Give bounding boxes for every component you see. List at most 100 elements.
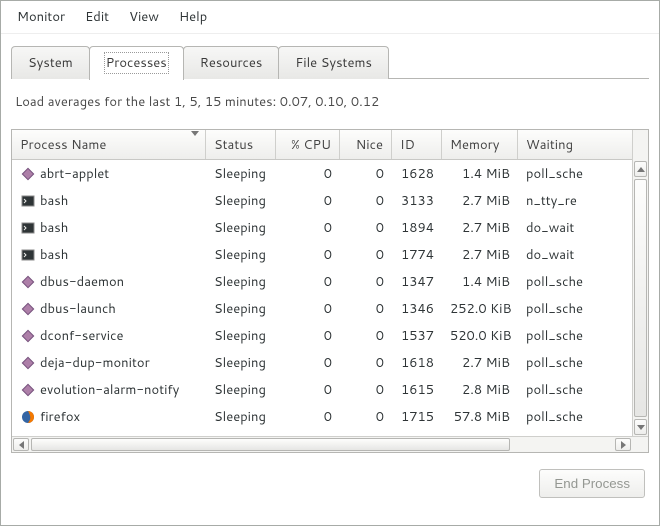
diamond-icon	[20, 355, 36, 371]
cell-process-name: dbus-daemon	[12, 273, 206, 291]
footer: End Process	[11, 453, 649, 502]
diamond-icon	[20, 382, 36, 398]
sort-indicator-icon	[191, 136, 199, 154]
cell-waiting: poll_sche	[518, 354, 584, 372]
cell-memory: 520.0 KiB	[442, 327, 518, 345]
cell-cpu: 0	[276, 246, 340, 264]
tab-system[interactable]: System	[11, 46, 90, 79]
table-header: Process Name Status % CPU Nice ID Memory…	[12, 130, 632, 160]
menubar: MonitorEditViewHelp	[1, 1, 659, 34]
cell-id: 1615	[392, 381, 442, 399]
cell-process-name: bash	[12, 219, 206, 237]
column-label: % CPU	[291, 136, 331, 154]
cell-id: 1894	[392, 219, 442, 237]
scroll-down-icon[interactable]	[634, 419, 647, 435]
table-row[interactable]: firefoxSleeping00171557.8 MiBpoll_sche	[12, 403, 632, 430]
column-header-id[interactable]: ID	[392, 130, 442, 159]
cell-cpu: 0	[276, 408, 340, 426]
cell-memory: 252.0 KiB	[442, 300, 518, 318]
process-name-text: dbus-launch	[40, 300, 116, 318]
column-label: Status	[214, 136, 253, 154]
cell-cpu: 0	[276, 327, 340, 345]
horizontal-scrollbar[interactable]	[12, 436, 648, 452]
cell-status: Sleeping	[206, 273, 276, 291]
cell-memory: 2.8 MiB	[442, 381, 518, 399]
firefox-icon	[20, 409, 36, 425]
process-name-text: deja-dup-monitor	[40, 354, 150, 372]
column-header-cpu[interactable]: % CPU	[276, 130, 340, 159]
cell-process-name: firefox	[12, 408, 206, 426]
cell-status: Sleeping	[206, 408, 276, 426]
table-row[interactable]: dbus-daemonSleeping0013471.4 MiBpoll_sch…	[12, 268, 632, 295]
menu-edit[interactable]: Edit	[75, 5, 119, 29]
diamond-icon	[20, 328, 36, 344]
cell-memory: 2.7 MiB	[442, 246, 518, 264]
terminal-icon	[20, 247, 36, 263]
scroll-left-icon[interactable]	[13, 438, 29, 451]
scrollbar-thumb[interactable]	[634, 179, 647, 417]
process-name-text: firefox	[40, 408, 80, 426]
cell-nice: 0	[340, 327, 392, 345]
menu-help[interactable]: Help	[169, 5, 217, 29]
cell-id: 1774	[392, 246, 442, 264]
cell-waiting: poll_sche	[518, 381, 584, 399]
process-name-text: dconf-service	[40, 327, 123, 345]
menu-monitor[interactable]: Monitor	[7, 5, 75, 29]
table-row[interactable]: evolution-alarm-notifySleeping0016152.8 …	[12, 376, 632, 403]
process-name-text: evolution-alarm-notify	[40, 381, 179, 399]
process-name-text: abrt-applet	[40, 165, 109, 183]
process-name-text: bash	[40, 246, 68, 264]
cell-nice: 0	[340, 219, 392, 237]
scrollbar-thumb[interactable]	[31, 438, 510, 451]
table-row[interactable]: bashSleeping0017742.7 MiBdo_wait	[12, 241, 632, 268]
tab-resources[interactable]: Resources	[183, 46, 280, 79]
column-header-nice[interactable]: Nice	[340, 130, 392, 159]
cell-nice: 0	[340, 300, 392, 318]
vertical-scrollbar[interactable]	[632, 130, 648, 436]
table-row[interactable]: dconf-serviceSleeping001537520.0 KiBpoll…	[12, 322, 632, 349]
cell-status: Sleeping	[206, 354, 276, 372]
cell-cpu: 0	[276, 300, 340, 318]
cell-memory: 57.8 MiB	[442, 408, 518, 426]
cell-process-name: bash	[12, 192, 206, 210]
cell-process-name: dbus-launch	[12, 300, 206, 318]
column-header-memory[interactable]: Memory	[442, 130, 518, 159]
cell-waiting: poll_sche	[518, 300, 584, 318]
cell-waiting: n_tty_re	[518, 192, 584, 210]
cell-id: 1715	[392, 408, 442, 426]
cell-process-name: dconf-service	[12, 327, 206, 345]
cell-nice: 0	[340, 165, 392, 183]
scroll-right-icon[interactable]	[615, 438, 631, 451]
table-row[interactable]: bashSleeping0018942.7 MiBdo_wait	[12, 214, 632, 241]
cell-memory: 1.4 MiB	[442, 273, 518, 291]
cell-id: 1537	[392, 327, 442, 345]
cell-status: Sleeping	[206, 327, 276, 345]
scrollbar-track[interactable]	[30, 437, 614, 452]
table-row[interactable]: abrt-appletSleeping0016281.4 MiBpoll_sch…	[12, 160, 632, 187]
table-row[interactable]: dbus-launchSleeping001346252.0 KiBpoll_s…	[12, 295, 632, 322]
cell-process-name: abrt-applet	[12, 165, 206, 183]
cell-waiting: poll_sche	[518, 273, 584, 291]
cell-waiting: poll_sche	[518, 408, 584, 426]
cell-memory: 2.7 MiB	[442, 219, 518, 237]
cell-id: 1346	[392, 300, 442, 318]
cell-id: 3133	[392, 192, 442, 210]
table-row[interactable]: deja-dup-monitorSleeping0016182.7 MiBpol…	[12, 349, 632, 376]
scroll-up-icon[interactable]	[634, 161, 647, 177]
diamond-icon	[20, 301, 36, 317]
cell-id: 1628	[392, 165, 442, 183]
cell-cpu: 0	[276, 192, 340, 210]
column-label: Waiting	[526, 136, 573, 154]
menu-view[interactable]: View	[119, 5, 169, 29]
column-header-waiting[interactable]: Waiting	[518, 130, 584, 159]
end-process-button[interactable]: End Process	[539, 469, 645, 498]
cell-memory: 2.7 MiB	[442, 354, 518, 372]
process-name-text: bash	[40, 219, 68, 237]
table-row[interactable]: bashSleeping0031332.7 MiBn_tty_re	[12, 187, 632, 214]
column-header-status[interactable]: Status	[206, 130, 276, 159]
cell-cpu: 0	[276, 381, 340, 399]
tab-file-systems[interactable]: File Systems	[278, 46, 389, 79]
tab-processes[interactable]: Processes	[89, 46, 184, 80]
cell-cpu: 0	[276, 273, 340, 291]
column-header-process-name[interactable]: Process Name	[12, 130, 206, 159]
